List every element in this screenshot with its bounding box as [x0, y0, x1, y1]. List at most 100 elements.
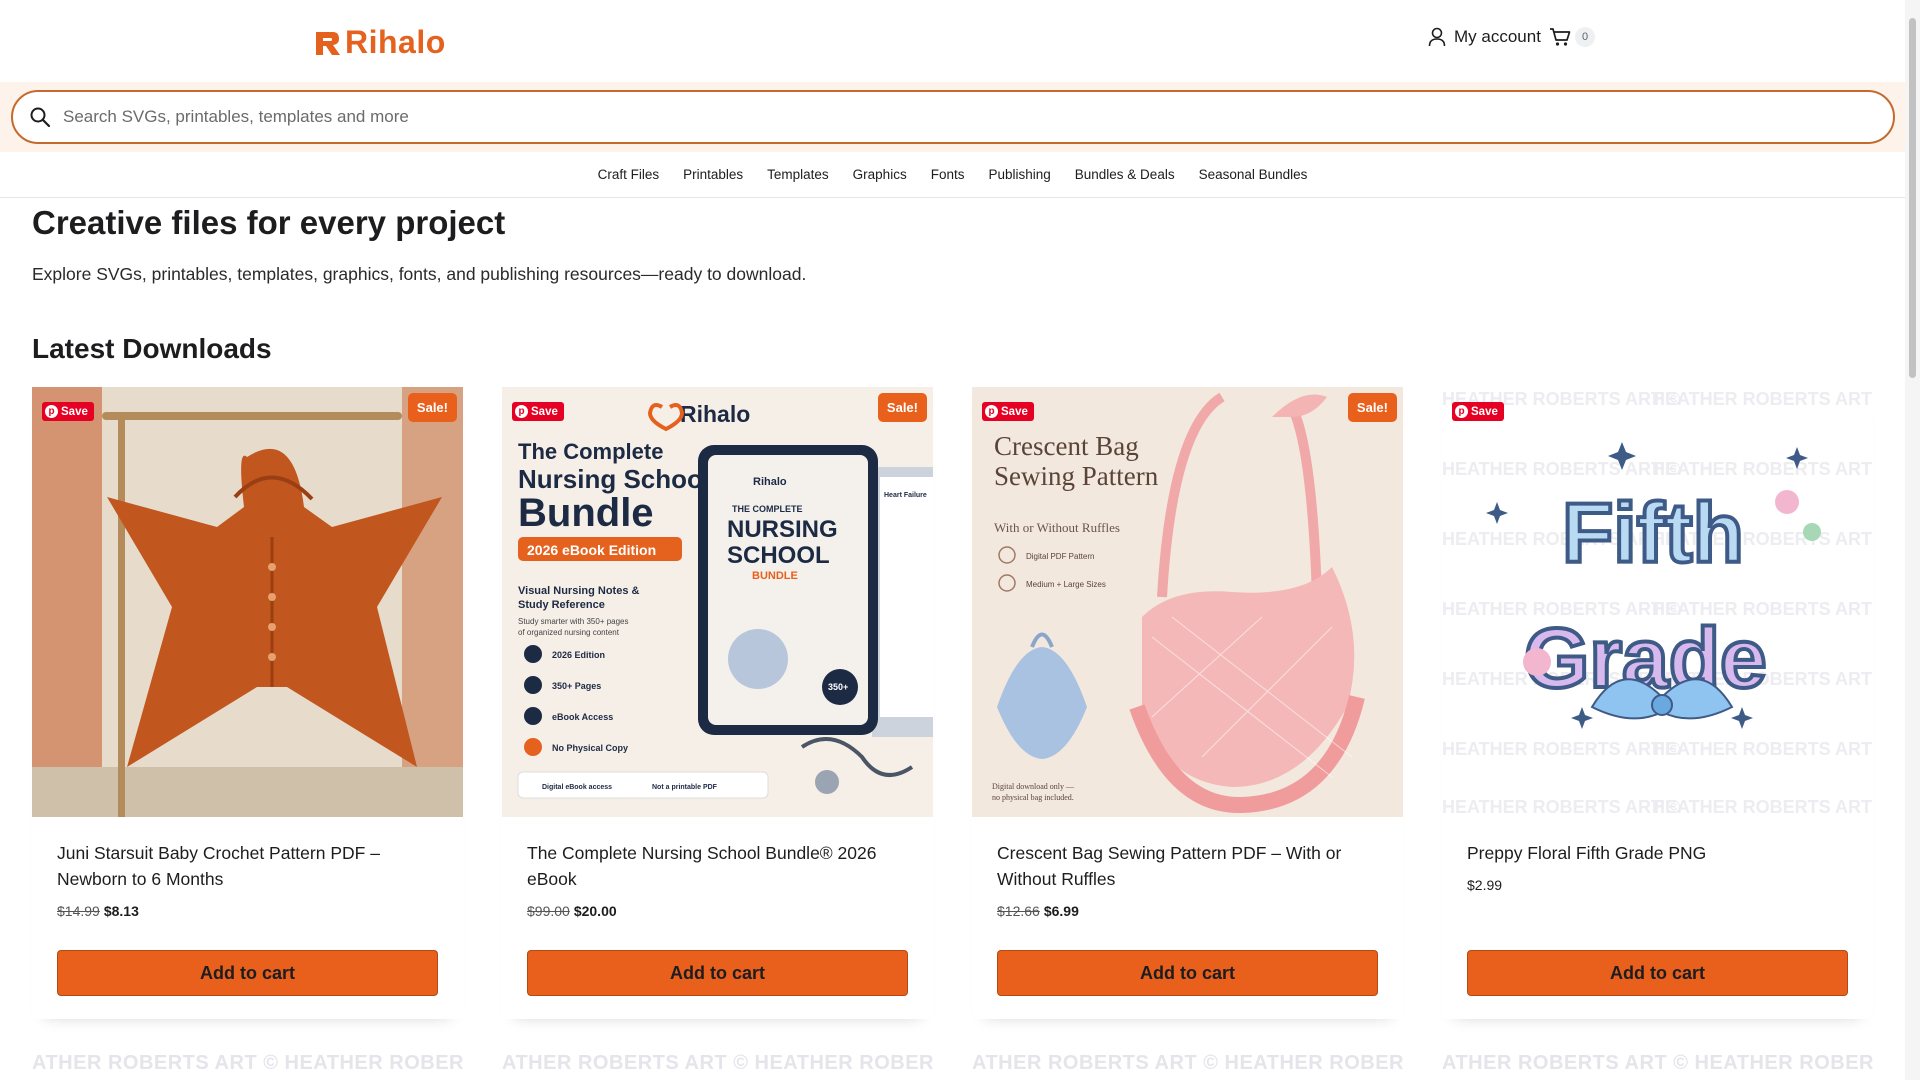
pinterest-save-label: Save: [531, 405, 558, 418]
product-price: $99.00 $20.00: [527, 903, 617, 919]
nav-templates[interactable]: Templates: [755, 167, 841, 182]
sale-badge: Sale!: [877, 393, 927, 422]
image-tablet-title2: NURSING: [727, 516, 838, 543]
image-note-2: no physical bag included.: [992, 793, 1074, 802]
image-watermark-11: HEATHER ROBERTS ART ©: [1442, 739, 1680, 759]
pinterest-icon: p: [515, 405, 528, 418]
sale-price: $6.99: [1043, 903, 1079, 919]
search-input[interactable]: [63, 107, 1893, 127]
product-price: $14.99 $8.13: [57, 903, 139, 919]
original-price: $14.99: [57, 903, 100, 919]
image-study-line2: of organized nursing content: [518, 628, 620, 637]
product-image[interactable]: HEATHER ROBERTS ART © HEATHER ROBERTS AR…: [1442, 387, 1873, 817]
logo-text: Rihalo: [345, 24, 446, 60]
pinterest-save-button[interactable]: p Save: [1452, 402, 1504, 421]
original-price: $99.00: [527, 903, 570, 919]
image-tablet-brand: Rihalo: [753, 476, 787, 488]
product-title[interactable]: Crescent Bag Sewing Pattern PDF – With o…: [997, 840, 1377, 892]
logo-mark-icon: [316, 31, 340, 55]
image-feature-2: 350+ Pages: [552, 681, 601, 691]
pinterest-save-label: Save: [1471, 405, 1498, 418]
product-image[interactable]: Rihalo The Complete Nursing School Bundl…: [502, 387, 933, 817]
next-row-watermark: ATHER ROBERTS ART © HEATHER ROBERTS ART: [972, 1052, 1403, 1074]
pinterest-save-label: Save: [1001, 405, 1028, 418]
product-card: HEATHER ROBERTS ART © HEATHER ROBERTS AR…: [1442, 387, 1873, 1019]
next-row-watermark: ATHER ROBERTS ART © HEATHER ROBERTS ART: [32, 1052, 463, 1074]
image-subheading: With or Without Ruffles: [994, 520, 1120, 535]
image-footer-1: Digital eBook access: [542, 784, 612, 791]
next-row-watermark: ATHER ROBERTS ART © HEATHER ROBERTS ART: [1442, 1052, 1873, 1074]
cart-icon: [1550, 28, 1571, 46]
fifth-grade-png-image: HEATHER ROBERTS ART © HEATHER ROBERTS AR…: [1442, 387, 1873, 817]
image-watermark-3: HEATHER ROBERTS ART ©: [1442, 459, 1680, 479]
my-account-label: My account: [1454, 27, 1541, 46]
product-image[interactable]: p Save Sale!: [32, 387, 463, 817]
pinterest-icon: p: [45, 405, 58, 418]
add-to-cart-button[interactable]: Add to cart: [57, 950, 438, 996]
image-word-fifth: Fifth: [1562, 486, 1744, 580]
image-note-1: Digital download only —: [992, 782, 1075, 791]
nav-publishing[interactable]: Publishing: [976, 167, 1062, 182]
image-study-line1: Study smarter with 350+ pages: [518, 617, 629, 626]
search-band: [0, 82, 1905, 152]
add-to-cart-button[interactable]: Add to cart: [527, 950, 908, 996]
nav-bundles-deals[interactable]: Bundles & Deals: [1063, 167, 1187, 182]
next-row-card-peek: ATHER ROBERTS ART © HEATHER ROBERTS ART: [32, 1052, 463, 1080]
image-watermark-4: HEATHER ROBERTS ART ©: [1652, 459, 1873, 479]
image-footer-2: Not a printable PDF: [652, 784, 718, 791]
search-icon: [30, 107, 51, 128]
add-to-cart-button[interactable]: Add to cart: [997, 950, 1378, 996]
pinterest-save-button[interactable]: p Save: [42, 402, 94, 421]
product-card: lo Crescent Bag Sewing Pattern With or W…: [972, 387, 1403, 1019]
crescent-bag-image: lo Crescent Bag Sewing Pattern With or W…: [972, 387, 1403, 817]
nav-fonts[interactable]: Fonts: [919, 167, 977, 182]
sale-badge: Sale!: [1347, 393, 1397, 422]
next-row-card-peek: ATHER ROBERTS ART © HEATHER ROBERTS ART: [502, 1052, 933, 1080]
site-logo[interactable]: Rihalo: [313, 24, 446, 61]
image-heading-line1: The Complete: [518, 439, 663, 464]
pinterest-save-button[interactable]: p Save: [512, 402, 564, 421]
regular-price: $2.99: [1467, 877, 1503, 893]
image-heart-label: Heart Failure: [884, 492, 927, 499]
pinterest-icon: p: [1455, 405, 1468, 418]
image-watermark-13: HEATHER ROBERTS ART ©: [1442, 797, 1680, 817]
image-heading-line2: Nursing School: [518, 464, 710, 494]
add-to-cart-button[interactable]: Add to cart: [1467, 950, 1848, 996]
product-title[interactable]: Juni Starsuit Baby Crochet Pattern PDF –…: [57, 840, 437, 892]
sale-badge: Sale!: [407, 393, 457, 422]
nursing-bundle-image: Rihalo The Complete Nursing School Bundl…: [502, 387, 933, 817]
image-watermark-12: HEATHER ROBERTS ART ©: [1652, 739, 1873, 759]
crochet-starsuit-image: [32, 387, 463, 817]
cart-button[interactable]: 0: [1549, 27, 1595, 47]
my-account-link[interactable]: My account: [1428, 27, 1541, 47]
product-title[interactable]: Preppy Floral Fifth Grade PNG: [1467, 840, 1847, 866]
original-price: $12.66: [997, 903, 1040, 919]
image-heading-line2: Sewing Pattern: [994, 461, 1159, 491]
image-watermark-14: HEATHER ROBERTS ART ©: [1652, 797, 1873, 817]
image-feature-4: No Physical Copy: [552, 743, 628, 753]
user-icon: [1428, 27, 1446, 47]
section-title: Latest Downloads: [32, 333, 272, 364]
product-title[interactable]: The Complete Nursing School Bundle® 2026…: [527, 840, 907, 892]
nav-graphics[interactable]: Graphics: [841, 167, 919, 182]
image-feature-3: eBook Access: [552, 712, 613, 722]
pinterest-save-label: Save: [61, 405, 88, 418]
nav-seasonal-bundles[interactable]: Seasonal Bundles: [1187, 167, 1320, 182]
product-image[interactable]: lo Crescent Bag Sewing Pattern With or W…: [972, 387, 1403, 817]
page-subtitle: Explore SVGs, printables, templates, gra…: [32, 264, 807, 284]
product-price: $2.99: [1467, 877, 1502, 893]
product-card: p Save Sale! Juni Starsuit Baby Crochet …: [32, 387, 463, 1019]
site-header: Rihalo My account 0: [0, 0, 1905, 82]
nav-printables[interactable]: Printables: [671, 167, 755, 182]
cart-count-badge: 0: [1575, 27, 1595, 47]
image-feature-1: 2026 Edition: [552, 650, 605, 660]
image-notes-line2: Study Reference: [518, 599, 605, 611]
pinterest-save-button[interactable]: p Save: [982, 402, 1034, 421]
image-tablet-title4: BUNDLE: [752, 570, 798, 582]
scrollbar-thumb[interactable]: [1909, 18, 1916, 378]
search-box[interactable]: [11, 90, 1895, 144]
page-scrollbar[interactable]: [1905, 0, 1920, 1080]
nav-craft-files[interactable]: Craft Files: [586, 167, 672, 182]
image-tablet-title3: SCHOOL: [727, 542, 830, 569]
image-item-1: Digital PDF Pattern: [1026, 552, 1094, 561]
